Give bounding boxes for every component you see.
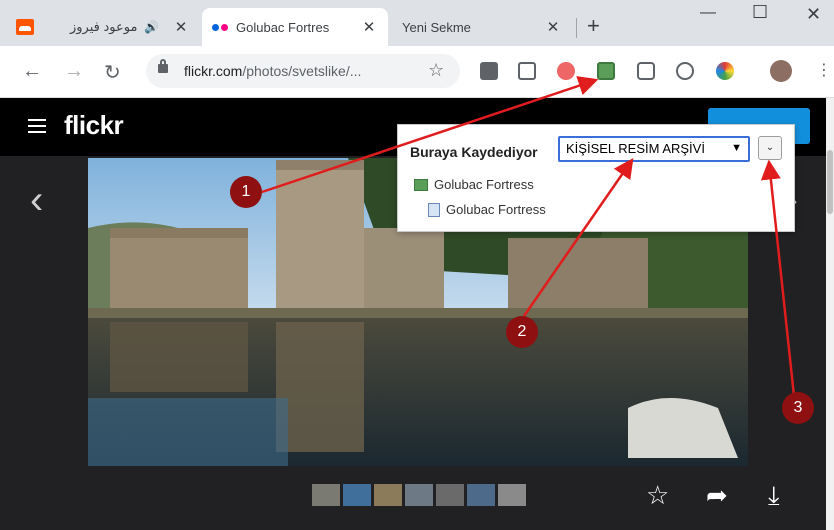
item-row[interactable]: Golubac Fortress bbox=[428, 202, 546, 217]
thumbnail[interactable] bbox=[405, 484, 433, 506]
maximize-button[interactable]: ☐ bbox=[752, 2, 768, 23]
flickr-logo[interactable]: flickr bbox=[64, 110, 124, 141]
tab-new[interactable]: Yeni Sekme ✕ bbox=[392, 8, 572, 46]
address-bar[interactable]: flickr.com/photos/svetslike/... bbox=[146, 54, 460, 88]
url-text: flickr.com/photos/svetslike/... bbox=[184, 63, 362, 79]
extension-icon[interactable] bbox=[480, 62, 498, 80]
new-tab-button[interactable]: + bbox=[587, 13, 600, 39]
expand-dropdown-button[interactable]: ⌄ bbox=[758, 136, 782, 160]
menu-icon[interactable]: ⋮ bbox=[816, 60, 832, 80]
flickr-favicon-icon bbox=[212, 23, 228, 31]
page-icon bbox=[428, 202, 440, 217]
save-image-extension-icon[interactable] bbox=[597, 62, 615, 80]
annotation-badge-3: 3 bbox=[782, 392, 814, 424]
close-icon[interactable]: ✕ bbox=[172, 18, 190, 36]
favorite-star-icon[interactable]: ☆ bbox=[646, 480, 669, 511]
window-close-button[interactable]: ✕ bbox=[806, 4, 821, 25]
thumbnail[interactable] bbox=[312, 484, 340, 506]
avatar[interactable] bbox=[770, 60, 792, 82]
thumbnail[interactable] bbox=[467, 484, 495, 506]
copy-extension-icon[interactable] bbox=[518, 62, 536, 80]
lock-icon[interactable] bbox=[158, 59, 168, 73]
tab-flickr[interactable]: Golubac Fortres ✕ bbox=[202, 8, 388, 46]
save-to-popup: Buraya Kaydediyor KİŞİSEL RESİM ARŞİVİ ▼… bbox=[397, 124, 795, 232]
download-icon[interactable]: ⤓ bbox=[768, 480, 780, 512]
annotation-badge-2: 2 bbox=[506, 316, 538, 348]
thumbnail[interactable] bbox=[343, 484, 371, 506]
bookmark-star-icon[interactable]: ☆ bbox=[428, 60, 444, 81]
tab-separator bbox=[576, 18, 577, 38]
caret-down-icon: ▼ bbox=[731, 142, 742, 154]
folder-select[interactable]: KİŞİSEL RESİM ARŞİVİ ▼ bbox=[558, 136, 750, 162]
thumbnail[interactable] bbox=[498, 484, 526, 506]
tab-soundcloud[interactable]: موعود فيروز 🔊 ✕ bbox=[8, 8, 198, 46]
back-button[interactable]: ← bbox=[22, 60, 42, 83]
folder-row[interactable]: Golubac Fortress bbox=[414, 177, 534, 192]
tab-title: موعود فيروز bbox=[70, 19, 138, 34]
soundcloud-icon bbox=[16, 19, 34, 35]
close-icon[interactable]: ✕ bbox=[544, 18, 562, 36]
cloud-icon[interactable] bbox=[676, 62, 694, 80]
minimize-button[interactable]: — bbox=[700, 4, 716, 22]
tab-title: Yeni Sekme bbox=[402, 19, 471, 35]
scrollbar[interactable] bbox=[826, 98, 834, 530]
reload-button[interactable]: ↻ bbox=[104, 60, 121, 85]
previous-photo-icon[interactable]: ‹ bbox=[30, 178, 43, 223]
folder-icon bbox=[414, 178, 428, 191]
extension-icon[interactable] bbox=[557, 62, 575, 80]
photo-thumbnails bbox=[312, 484, 526, 506]
save-label: Buraya Kaydediyor bbox=[410, 144, 538, 160]
hamburger-menu-icon[interactable] bbox=[28, 119, 46, 133]
close-icon[interactable]: ✕ bbox=[360, 18, 378, 36]
share-icon[interactable]: ➦ bbox=[706, 480, 728, 511]
browser-toolbar: ← → ↻ flickr.com/photos/svetslike/... bbox=[0, 46, 834, 98]
annotation-badge-1: 1 bbox=[230, 176, 262, 208]
tab-title: Golubac Fortres bbox=[236, 19, 330, 35]
speaker-icon[interactable]: 🔊 bbox=[144, 20, 159, 34]
color-extension-icon[interactable] bbox=[716, 62, 734, 80]
tab-strip: موعود فيروز 🔊 ✕ Golubac Fortres ✕ Yeni S… bbox=[0, 0, 834, 46]
pocket-icon[interactable] bbox=[637, 62, 655, 80]
thumbnail[interactable] bbox=[436, 484, 464, 506]
thumbnail[interactable] bbox=[374, 484, 402, 506]
forward-button[interactable]: → bbox=[64, 60, 84, 83]
